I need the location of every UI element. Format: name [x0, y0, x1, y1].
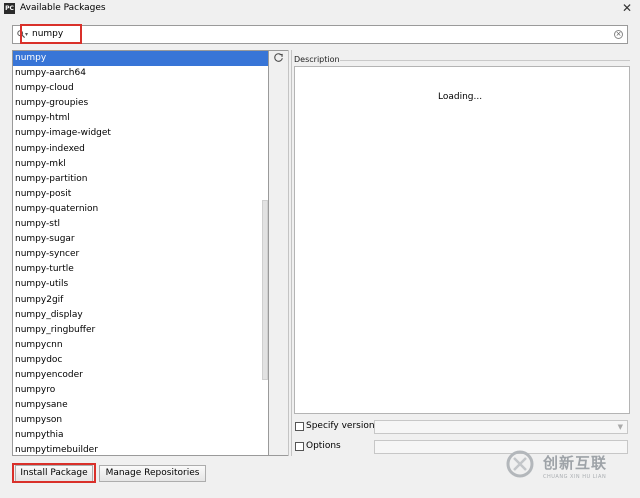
package-list-item[interactable]: numpy-indexed — [13, 142, 268, 157]
package-list-item[interactable]: numpy2gif — [13, 293, 268, 308]
package-list-item[interactable]: numpytimebuilder — [13, 443, 268, 455]
splitter[interactable] — [288, 50, 292, 456]
package-list-item[interactable]: numpy-aarch64 — [13, 66, 268, 81]
package-list-item[interactable]: numpythia — [13, 428, 268, 443]
package-list-item[interactable]: numpy-quaternion — [13, 202, 268, 217]
package-list-item[interactable]: numpy-image-widget — [13, 126, 268, 141]
package-list-item[interactable]: numpy — [13, 51, 268, 67]
loading-text: Loading... — [438, 92, 483, 102]
title-bar: PC Available Packages ✕ — [0, 0, 640, 18]
watermark: 创新互联 CHUANG XIN HU LIAN — [505, 447, 637, 493]
app-icon: PC — [4, 3, 15, 14]
package-list-item[interactable]: numpy-turtle — [13, 262, 268, 277]
specify-version-checkbox[interactable] — [295, 422, 304, 431]
watermark-title: 创新互联 — [543, 454, 608, 472]
search-highlight-box — [20, 24, 82, 44]
package-list[interactable]: numpy numpy-aarch64 numpy-cloud numpy-group… — [12, 50, 269, 456]
close-icon[interactable]: ✕ — [622, 1, 632, 15]
package-list-item[interactable]: numpy-stl — [13, 217, 268, 232]
description-panel — [294, 66, 630, 414]
package-list-item[interactable]: numpyro — [13, 383, 268, 398]
package-list-item[interactable]: numpy-sugar — [13, 232, 268, 247]
manage-repositories-button[interactable]: Manage Repositories — [99, 465, 206, 482]
package-list-item[interactable]: numpysane — [13, 398, 268, 413]
package-list-item[interactable]: numpy_display — [13, 308, 268, 323]
options-checkbox[interactable] — [295, 442, 304, 451]
package-list-item[interactable]: numpy_ringbuffer — [13, 323, 268, 338]
package-list-item[interactable]: numpy-utils — [13, 277, 268, 292]
package-list-item[interactable]: numpy-mkl — [13, 157, 268, 172]
package-list-item[interactable]: numpy-html — [13, 111, 268, 126]
package-list-item[interactable]: numpy-posit — [13, 187, 268, 202]
package-list-item[interactable]: numpycnn — [13, 338, 268, 353]
package-list-item[interactable]: numpyson — [13, 413, 268, 428]
package-list-item[interactable]: numpy-syncer — [13, 247, 268, 262]
version-select[interactable]: ▼ — [374, 420, 628, 434]
package-list-item[interactable]: numpy-cloud — [13, 81, 268, 96]
search-input[interactable]: ▾ numpy × — [12, 25, 628, 44]
package-list-item[interactable]: numpyencoder — [13, 368, 268, 383]
clear-icon[interactable]: × — [614, 30, 623, 39]
options-label: Options — [306, 441, 341, 451]
description-separator — [340, 60, 630, 61]
list-scrollbar[interactable] — [262, 200, 268, 380]
package-list-item[interactable]: numpy-groupies — [13, 96, 268, 111]
install-highlight-box — [12, 463, 96, 483]
window-title: Available Packages — [20, 3, 106, 13]
chevron-down-icon: ▼ — [617, 423, 623, 431]
watermark-logo-icon — [506, 450, 534, 478]
specify-version-label: Specify version — [306, 421, 375, 431]
package-list-item[interactable]: numpy-partition — [13, 172, 268, 187]
reload-icon[interactable] — [273, 52, 284, 63]
watermark-subtitle: CHUANG XIN HU LIAN — [543, 474, 607, 480]
description-label: Description — [294, 55, 340, 64]
package-list-item[interactable]: numpydoc — [13, 353, 268, 368]
list-toolbar — [269, 50, 288, 456]
